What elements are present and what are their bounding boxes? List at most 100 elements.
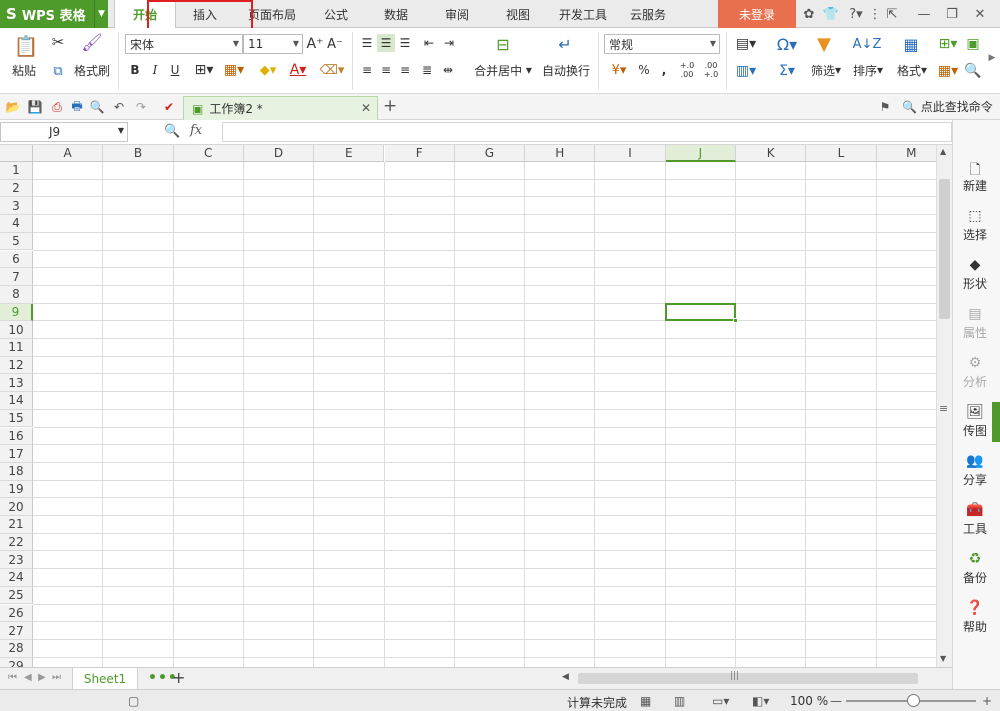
paste-button[interactable]: 粘贴	[4, 62, 44, 78]
align-top-icon[interactable]: ☰	[358, 34, 376, 52]
align-left-icon[interactable]: ≡	[358, 61, 376, 79]
align-middle-icon[interactable]: ☰	[377, 34, 395, 52]
row-header[interactable]: 25	[0, 586, 33, 605]
redo-icon[interactable]: ↷	[132, 98, 150, 116]
side-new-button[interactable]: 🗋 新建	[953, 154, 997, 198]
open-folder-icon[interactable]: 📂	[4, 98, 22, 116]
prev-sheet-icon[interactable]: ◀	[24, 672, 32, 683]
justify-icon[interactable]: ≣	[418, 61, 436, 79]
reading-layout-icon[interactable]: ▭▾	[712, 693, 729, 709]
freeze-panes-icon[interactable]: ▦▾	[934, 61, 962, 81]
side-analysis-button[interactable]: ⚙ 分析	[953, 350, 997, 394]
increase-font-icon[interactable]: A⁺	[306, 34, 324, 54]
comma-button[interactable]: ,	[656, 60, 672, 80]
column-header[interactable]: I	[595, 145, 666, 162]
export-pdf-icon[interactable]: ⎙	[48, 98, 66, 116]
decrease-font-icon[interactable]: A⁻	[326, 34, 344, 54]
percent-button[interactable]: %	[636, 60, 652, 80]
horizontal-scrollbar[interactable]: ◀ |||	[560, 671, 950, 687]
sort-icon[interactable]: A↓Z	[853, 32, 882, 56]
row-header[interactable]: 26	[0, 604, 33, 623]
customize-quick-access-icon[interactable]: ✔	[160, 98, 178, 116]
vertical-scroll-thumb[interactable]	[939, 179, 950, 319]
cut-icon[interactable]: ✂	[48, 32, 68, 52]
tab-view[interactable]: 视图	[490, 0, 546, 28]
row-header[interactable]: 21	[0, 516, 33, 534]
font-size-select[interactable]: 11 ▼	[243, 34, 303, 54]
wrap-text-icon[interactable]: ↵	[552, 32, 578, 56]
align-bottom-icon[interactable]: ☰	[396, 34, 414, 52]
row-header[interactable]: 3	[0, 197, 33, 216]
currency-icon[interactable]: ¥▾	[604, 60, 634, 80]
format-painter-button[interactable]: 格式刷	[72, 62, 112, 78]
save-icon[interactable]: 💾	[26, 98, 44, 116]
column-header[interactable]: H	[525, 145, 596, 162]
underline-button[interactable]: U	[166, 60, 184, 80]
side-panel-toggle[interactable]	[992, 402, 1000, 442]
border-icon[interactable]: ⊞▾	[190, 60, 218, 80]
column-header[interactable]: K	[736, 145, 807, 162]
column-header[interactable]: C	[173, 145, 244, 162]
merge-center-button[interactable]: 合并居中 ▾	[470, 62, 536, 78]
row-header[interactable]: 11	[0, 339, 33, 357]
fill-format-icon[interactable]: ▦▾	[220, 60, 248, 80]
row-header[interactable]: 18	[0, 462, 33, 481]
align-right-icon[interactable]: ≡	[396, 61, 414, 79]
increase-decimal-button[interactable]: +.0 .00	[676, 60, 698, 80]
side-backup-button[interactable]: ♻ 备份	[953, 546, 997, 590]
row-header[interactable]: 14	[0, 392, 33, 410]
row-header[interactable]: 6	[0, 250, 33, 269]
row-header[interactable]: 9	[0, 303, 33, 322]
document-tab[interactable]: ▣ 工作簿2 * ✕	[183, 96, 378, 120]
column-header[interactable]: A	[33, 145, 104, 162]
skin-icon[interactable]: ✿	[800, 0, 818, 28]
column-header[interactable]: D	[243, 145, 315, 162]
scroll-down-icon[interactable]: ▼	[940, 654, 946, 663]
format-icon[interactable]: ▦	[898, 32, 924, 56]
table-style-icon[interactable]: ▤▾	[732, 34, 760, 54]
row-header[interactable]: 19	[0, 480, 33, 499]
close-window-icon[interactable]: ✕	[970, 0, 990, 28]
clear-format-icon[interactable]: ⌫▾	[318, 60, 346, 80]
next-sheet-icon[interactable]: ▶	[38, 672, 46, 683]
restore-icon[interactable]: ❐	[942, 0, 962, 28]
row-header[interactable]: 20	[0, 498, 33, 516]
zoom-level[interactable]: 100 %	[790, 694, 828, 708]
tab-formulas[interactable]: 公式	[308, 0, 364, 28]
row-header[interactable]: 27	[0, 622, 33, 640]
sheet-tab-sheet1[interactable]: Sheet1	[72, 668, 138, 690]
merge-center-icon[interactable]: ⊟	[490, 32, 516, 56]
formula-input[interactable]	[222, 122, 952, 142]
copy-icon[interactable]: ⧉	[48, 62, 68, 80]
filter-button[interactable]: 筛选 ▾	[806, 62, 846, 78]
find-icon[interactable]: 🔍	[964, 61, 982, 81]
fill-color-icon[interactable]: ◆▾	[254, 60, 282, 80]
decrease-indent-icon[interactable]: ⇤	[420, 34, 438, 52]
tab-home[interactable]: 开始	[114, 0, 176, 29]
side-share-button[interactable]: 👥 分享	[953, 448, 997, 492]
row-header[interactable]: 5	[0, 232, 33, 251]
active-cell[interactable]	[664, 302, 738, 324]
column-header[interactable]: B	[103, 145, 174, 162]
row-header[interactable]: 8	[0, 285, 33, 304]
row-header[interactable]: 29	[0, 657, 33, 667]
side-help-button[interactable]: ❓ 帮助	[953, 595, 997, 639]
spreadsheet-grid[interactable]: ABCDEFGHIJKLM 1 2 3 4 5 6 7 8 9 10 11 12 13 14 15 16 17 1…	[0, 145, 936, 667]
undo-icon[interactable]: ↶	[110, 98, 128, 116]
side-select-button[interactable]: ⬚ 选择	[953, 203, 997, 247]
format-button[interactable]: 格式 ▾	[892, 62, 932, 78]
help-menu-icon[interactable]: ?▾	[844, 0, 868, 28]
insert-function-button[interactable]: fx	[190, 123, 202, 138]
print-preview-icon[interactable]: 🔍	[88, 98, 106, 116]
row-header[interactable]: 2	[0, 179, 33, 198]
column-header[interactable]: F	[384, 145, 455, 162]
collapse-ribbon-icon[interactable]: ⚑	[876, 98, 894, 116]
print-icon[interactable]: 🖶	[68, 98, 86, 116]
row-header[interactable]: 22	[0, 533, 33, 552]
tab-insert[interactable]: 插入	[176, 0, 234, 28]
align-center-icon[interactable]: ≡	[377, 61, 395, 79]
minimize-icon[interactable]: —	[914, 0, 934, 28]
tab-cloud[interactable]: 云服务	[620, 0, 676, 28]
symbol-icon[interactable]: Ω▾	[772, 32, 802, 56]
side-upload-image-button[interactable]: 🖼 传图	[953, 399, 997, 443]
